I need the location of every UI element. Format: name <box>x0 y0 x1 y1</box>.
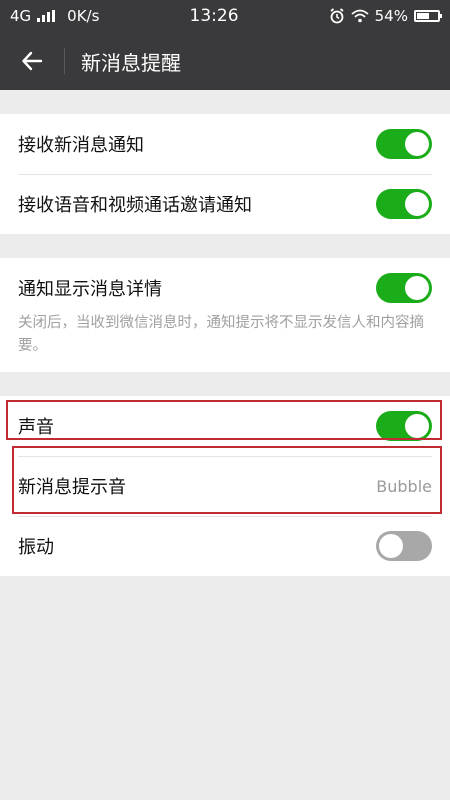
row-label: 接收语音和视频通话邀请通知 <box>18 195 252 216</box>
row-label: 新消息提示音 <box>18 477 126 498</box>
network-type: 4G <box>10 7 32 25</box>
battery-percent: 54% <box>374 7 408 25</box>
show-details-toggle[interactable] <box>376 273 432 303</box>
wifi-icon <box>351 9 369 23</box>
call-invite-toggle[interactable] <box>376 189 432 219</box>
section-sound: 声音 新消息提示音 Bubble 振动 <box>0 396 450 576</box>
signal-icon <box>37 10 56 22</box>
row-receive-call-invite[interactable]: 接收语音和视频通话邀请通知 <box>0 174 450 234</box>
back-button[interactable] <box>18 47 46 75</box>
toggle-knob <box>379 534 403 558</box>
row-label: 通知显示消息详情 <box>18 279 162 300</box>
alarm-icon <box>330 8 344 24</box>
row-label: 声音 <box>18 417 54 438</box>
header-divider <box>64 48 65 74</box>
page-title: 新消息提醒 <box>81 50 181 75</box>
row-label: 振动 <box>18 537 54 558</box>
row-sound[interactable]: 声音 <box>0 396 450 456</box>
section-details: 通知显示消息详情 关闭后，当收到微信消息时，通知提示将不显示发信人和内容摘要。 <box>0 258 450 372</box>
header: 新消息提醒 <box>0 32 450 90</box>
status-time: 13:26 <box>189 6 239 26</box>
row-vibrate[interactable]: 振动 <box>0 516 450 576</box>
toggle-knob <box>405 132 429 156</box>
toggle-knob <box>405 414 429 438</box>
status-bar: 4G 0K/s 13:26 54% <box>0 0 450 32</box>
sound-toggle[interactable] <box>376 411 432 441</box>
details-description: 关闭后，当收到微信消息时，通知提示将不显示发信人和内容摘要。 <box>18 315 424 354</box>
row-message-tone[interactable]: 新消息提示音 Bubble <box>0 456 450 516</box>
status-right: 54% <box>329 7 442 25</box>
receive-message-toggle[interactable] <box>376 129 432 159</box>
row-show-details[interactable]: 通知显示消息详情 <box>0 258 450 318</box>
message-tone-value: Bubble <box>376 476 432 496</box>
arrow-left-icon <box>22 51 43 71</box>
network-speed: 0K/s <box>67 7 100 25</box>
row-receive-new-message[interactable]: 接收新消息通知 <box>0 114 450 174</box>
vibrate-toggle[interactable] <box>376 531 432 561</box>
battery-icon <box>413 10 442 22</box>
section-notifications: 接收新消息通知 接收语音和视频通话邀请通知 <box>0 114 450 234</box>
status-left: 4G 0K/s <box>10 7 99 25</box>
row-label: 接收新消息通知 <box>18 135 144 156</box>
toggle-knob <box>405 192 429 216</box>
toggle-knob <box>405 276 429 300</box>
